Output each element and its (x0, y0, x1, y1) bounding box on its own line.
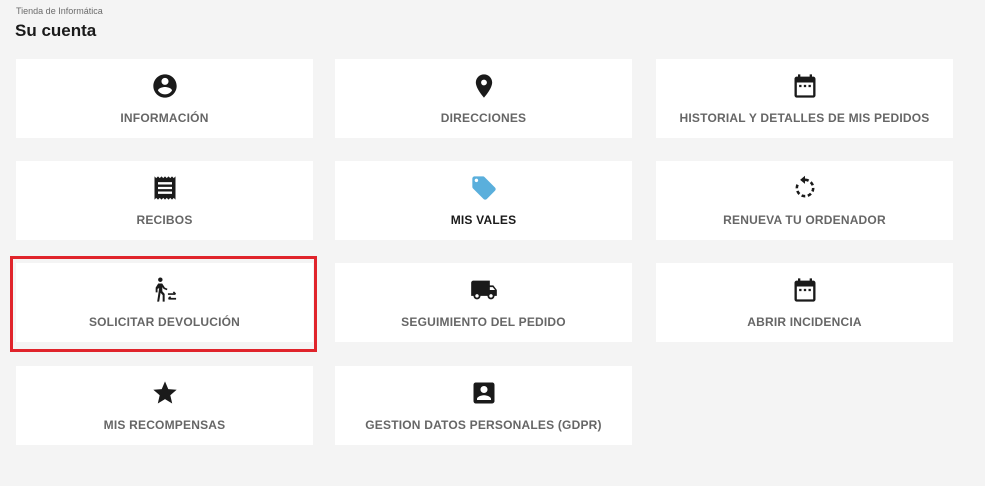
card-label: HISTORIAL Y DETALLES DE MIS PEDIDOS (679, 111, 930, 125)
card-label: SEGUIMIENTO DEL PEDIDO (401, 315, 566, 329)
location-pin-icon (470, 72, 498, 100)
card-informacion[interactable]: INFORMACIÓN (16, 59, 313, 138)
account-circle-icon (151, 72, 179, 100)
receipt-icon (151, 174, 179, 202)
breadcrumb[interactable]: Tienda de Informática (16, 6, 103, 16)
card-recibos[interactable]: RECIBOS (16, 161, 313, 240)
truck-icon (470, 276, 498, 304)
account-box-icon (470, 379, 498, 407)
star-icon (151, 379, 179, 407)
card-recompensas[interactable]: MIS RECOMPENSAS (16, 366, 313, 445)
card-historial[interactable]: HISTORIAL Y DETALLES DE MIS PEDIDOS (656, 59, 953, 138)
card-renueva[interactable]: RENUEVA TU ORDENADOR (656, 161, 953, 240)
card-label: DIRECCIONES (440, 111, 527, 125)
card-label: RECIBOS (136, 213, 193, 227)
walk-exchange-icon (151, 276, 179, 304)
calendar-icon (791, 72, 819, 100)
card-solicitar-devolucion[interactable]: SOLICITAR DEVOLUCIÓN (16, 263, 313, 342)
card-label: RENUEVA TU ORDENADOR (723, 213, 886, 227)
card-label: MIS VALES (450, 213, 517, 227)
card-vales[interactable]: MIS VALES (335, 161, 632, 240)
tag-icon (470, 174, 498, 202)
card-label: GESTION DATOS PERSONALES (GDPR) (365, 418, 602, 432)
card-label: MIS RECOMPENSAS (103, 418, 226, 432)
card-gdpr[interactable]: GESTION DATOS PERSONALES (GDPR) (335, 366, 632, 445)
card-seguimiento[interactable]: SEGUIMIENTO DEL PEDIDO (335, 263, 632, 342)
account-page: Tienda de Informática Su cuenta INFORMAC… (0, 0, 985, 486)
card-direcciones[interactable]: DIRECCIONES (335, 59, 632, 138)
card-label: SOLICITAR DEVOLUCIÓN (88, 315, 241, 329)
calendar-icon (791, 276, 819, 304)
card-incidencia[interactable]: ABRIR INCIDENCIA (656, 263, 953, 342)
card-label: INFORMACIÓN (120, 111, 209, 125)
card-label: ABRIR INCIDENCIA (747, 315, 862, 329)
page-title: Su cuenta (15, 21, 97, 40)
restore-icon (791, 174, 819, 202)
